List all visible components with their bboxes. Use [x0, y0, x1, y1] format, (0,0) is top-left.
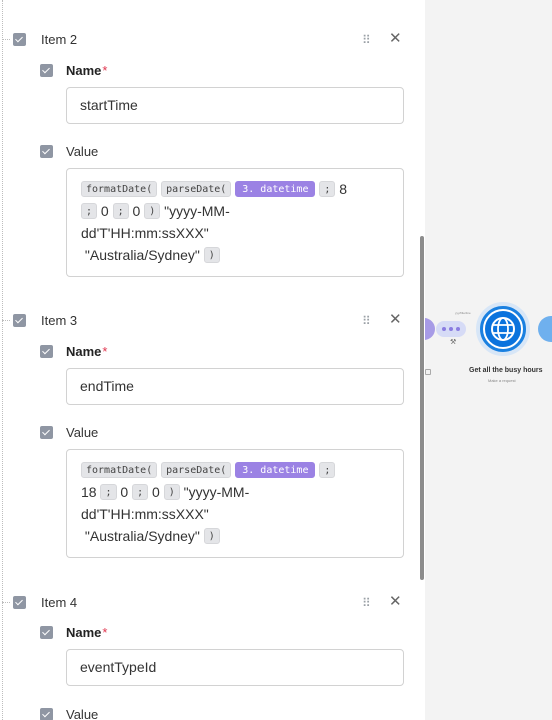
item-3-title: Item 3: [41, 313, 78, 328]
formula-text: 8: [339, 181, 348, 197]
formula-text: dd'T'HH:mm:ssXXX": [81, 506, 209, 522]
name-label-text: Name: [66, 625, 102, 640]
function-pill-formatdate[interactable]: formatDate(: [81, 462, 158, 478]
scenario-canvas[interactable]: yyy/filterline ⚒ Get all the busy hours …: [425, 0, 552, 720]
item-2-name-input[interactable]: startTime: [66, 87, 404, 124]
drag-handle-icon[interactable]: ⠿: [362, 314, 374, 328]
tree-connector: [2, 320, 10, 321]
formula-text: 0: [100, 203, 109, 219]
required-marker: *: [102, 344, 108, 359]
checkbox-checked-icon[interactable]: [40, 426, 53, 439]
item-2-header[interactable]: Item 2 ⠿ ✕: [0, 30, 410, 50]
module-subtitle: Make a request: [488, 378, 516, 383]
connector-dot: [442, 327, 446, 331]
close-paren-pill: ): [144, 203, 161, 219]
name-input-value: eventTypeId: [80, 659, 157, 675]
function-pill-parsedate[interactable]: parseDate(: [161, 462, 232, 478]
item-4-title: Item 4: [41, 595, 78, 610]
item-3-name-input[interactable]: endTime: [66, 368, 404, 405]
wrench-icon[interactable]: ⚒: [450, 338, 456, 346]
close-paren-pill: ): [203, 247, 220, 263]
checkbox-checked-icon[interactable]: [40, 145, 53, 158]
item-3-header[interactable]: Item 3 ⠿ ✕: [0, 311, 410, 331]
variable-pill-datetime[interactable]: 3. datetime: [235, 462, 316, 478]
function-pill-formatdate[interactable]: formatDate(: [81, 181, 158, 197]
tree-connector: [2, 39, 10, 40]
required-marker: *: [102, 63, 108, 78]
formula-text: 0: [152, 484, 160, 500]
separator-pill: ;: [112, 203, 129, 219]
checkbox-checked-icon[interactable]: [40, 708, 53, 720]
item-4-header[interactable]: Item 4 ⠿ ✕: [0, 593, 410, 613]
close-paren-pill: ): [163, 484, 180, 500]
connector-dot: [449, 327, 453, 331]
item-4-name-label[interactable]: Name*: [40, 624, 340, 642]
item-3-value-formula-field[interactable]: formatDate( parseDate( 3. datetime ; 18 …: [66, 449, 404, 558]
value-label-text: Value: [66, 425, 99, 440]
separator-pill: ;: [319, 462, 336, 478]
checkbox-checked-icon[interactable]: [13, 596, 26, 609]
required-marker: *: [102, 625, 108, 640]
close-paren-pill: ): [203, 528, 220, 544]
checkbox-checked-icon[interactable]: [13, 33, 26, 46]
checkbox-checked-icon[interactable]: [40, 626, 53, 639]
filter-caption: yyy/filterline: [455, 311, 471, 315]
function-pill-parsedate[interactable]: parseDate(: [161, 181, 232, 197]
item-2-value-label[interactable]: Value: [40, 143, 340, 161]
item-4-name-input[interactable]: eventTypeId: [66, 649, 404, 686]
checkbox-checked-icon[interactable]: [13, 314, 26, 327]
route-connector[interactable]: [436, 321, 466, 337]
checkbox-checked-icon[interactable]: [40, 64, 53, 77]
previous-module-node[interactable]: [425, 318, 435, 340]
scrollbar-thumb[interactable]: [420, 236, 424, 580]
separator-pill: ;: [319, 181, 336, 197]
close-icon[interactable]: ✕: [389, 311, 402, 329]
item-3-value-label[interactable]: Value: [40, 424, 340, 442]
value-label-text: Value: [66, 707, 99, 720]
formula-text: "Australia/Sydney": [84, 528, 200, 544]
item-3-name-label[interactable]: Name*: [40, 343, 340, 361]
drag-handle-icon[interactable]: ⠿: [362, 596, 374, 610]
item-2-value-formula-field[interactable]: formatDate( parseDate( 3. datetime ; 8 ;…: [66, 168, 404, 277]
item-2-name-label[interactable]: Name*: [40, 62, 340, 80]
connector-dot: [456, 327, 460, 331]
name-input-value: startTime: [80, 97, 138, 113]
value-label-text: Value: [66, 144, 99, 159]
name-input-value: endTime: [80, 378, 134, 394]
module-title: Get all the busy hours: [469, 367, 543, 374]
separator-pill: ;: [81, 203, 98, 219]
globe-icon: [483, 309, 523, 349]
formula-text: "Australia/Sydney": [84, 247, 200, 263]
http-module-node[interactable]: [476, 302, 530, 356]
formula-text: "yyyy-MM-: [183, 484, 250, 500]
app-root: Item 2 ⠿ ✕ Name* startTime Value formatD…: [0, 0, 552, 720]
checkbox-icon[interactable]: [425, 369, 431, 375]
formula-text: 0: [132, 203, 141, 219]
item-4-value-label[interactable]: Value: [40, 706, 340, 720]
separator-pill: ;: [132, 484, 149, 500]
name-label-text: Name: [66, 344, 102, 359]
item-2-title: Item 2: [41, 32, 78, 47]
close-icon[interactable]: ✕: [389, 593, 402, 611]
name-label-text: Name: [66, 63, 102, 78]
close-icon[interactable]: ✕: [389, 30, 402, 48]
drag-handle-icon[interactable]: ⠿: [362, 33, 374, 47]
separator-pill: ;: [100, 484, 117, 500]
mapping-panel: Item 2 ⠿ ✕ Name* startTime Value formatD…: [0, 0, 425, 720]
variable-pill-datetime[interactable]: 3. datetime: [235, 181, 316, 197]
formula-text: 0: [120, 484, 129, 500]
formula-text: 18: [81, 484, 97, 500]
checkbox-checked-icon[interactable]: [40, 345, 53, 358]
tree-connector: [2, 602, 10, 603]
next-module-node[interactable]: [538, 316, 552, 342]
formula-text: dd'T'HH:mm:ssXXX": [81, 225, 209, 241]
formula-text: "yyyy-MM-: [164, 203, 230, 219]
